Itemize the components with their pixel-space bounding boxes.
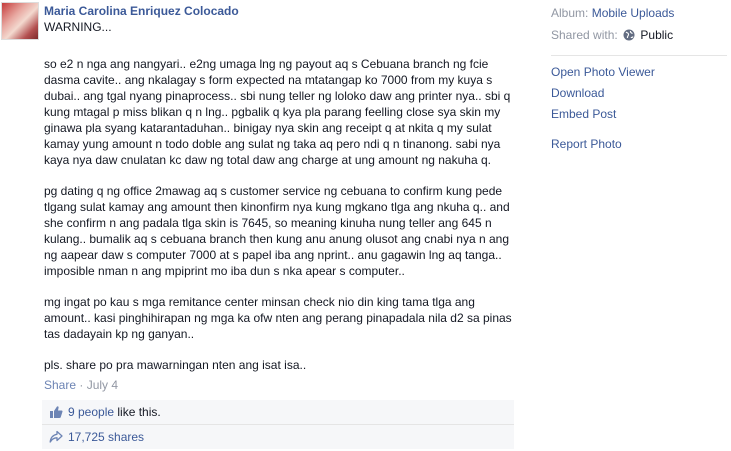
author-name-link[interactable]: Maria Carolina Enriquez Colocado — [44, 4, 239, 18]
likes-count-link[interactable]: 9 people — [68, 405, 114, 419]
album-label: Album: — [551, 6, 589, 20]
album-info: Album: Mobile Uploads — [551, 6, 674, 20]
post-panel: Maria Carolina Enriquez Colocado WARNING… — [0, 0, 530, 451]
privacy-info: Shared with: Public — [551, 28, 673, 42]
share-link[interactable]: Share — [44, 378, 76, 392]
report-photo-link[interactable]: Report Photo — [551, 137, 622, 151]
author-avatar[interactable] — [1, 2, 39, 40]
post-meta: Share · July 4 — [44, 378, 118, 392]
open-photo-viewer-link[interactable]: Open Photo Viewer — [551, 65, 655, 79]
post-paragraph: pls. share po pra mawarningan nten ang i… — [44, 358, 307, 372]
post-paragraph: so e2 n nga ang nangyari.. e2ng umaga ln… — [44, 57, 511, 167]
embed-post-link[interactable]: Embed Post — [551, 107, 616, 121]
album-link[interactable]: Mobile Uploads — [592, 6, 675, 20]
download-link[interactable]: Download — [551, 86, 604, 100]
post-date[interactable]: July 4 — [87, 378, 118, 392]
meta-separator: · — [79, 378, 84, 392]
shares-row: 17,725 shares — [42, 425, 514, 449]
sidebar-divider — [551, 55, 727, 56]
post-headline: WARNING... — [44, 20, 112, 34]
post-body: so e2 n nga ang nangyari.. e2ng umaga ln… — [44, 56, 524, 388]
likes-suffix: like this. — [114, 405, 161, 419]
shared-with-value: Public — [640, 28, 674, 42]
shared-with-label: Shared with: — [551, 28, 618, 42]
globe-icon[interactable] — [623, 29, 635, 41]
thumbs-up-icon — [50, 406, 63, 418]
share-arrow-icon — [49, 430, 63, 443]
shares-count-link[interactable]: 17,725 shares — [68, 430, 144, 444]
post-paragraph: mg ingat po kau s mga remitance center m… — [44, 295, 512, 341]
likes-row: 9 people like this. — [42, 400, 514, 425]
post-paragraph: pg dating q ng office 2mawag aq s custom… — [44, 184, 510, 278]
